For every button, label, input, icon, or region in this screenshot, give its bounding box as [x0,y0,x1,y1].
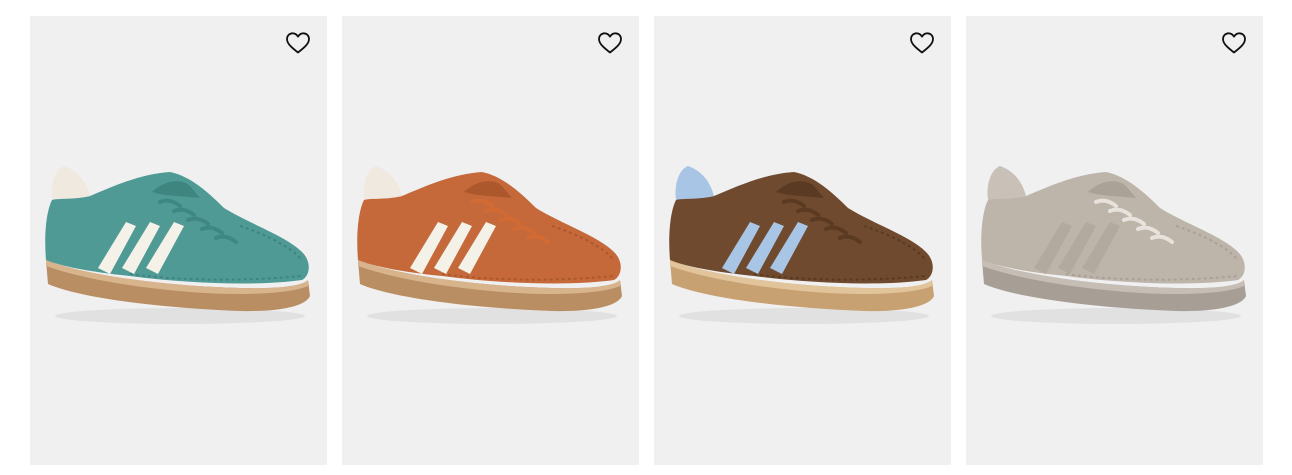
product-card[interactable] [342,16,639,465]
product-image[interactable] [664,156,941,331]
product-image[interactable] [40,156,317,331]
heart-outline-icon [598,32,622,54]
product-card[interactable] [30,16,327,465]
heart-outline-icon [910,32,934,54]
product-card[interactable] [654,16,951,465]
product-card[interactable] [966,16,1263,465]
wishlist-button[interactable] [1217,28,1251,58]
product-grid [0,0,1292,475]
product-image[interactable] [352,156,629,331]
heart-outline-icon [1222,32,1246,54]
product-image[interactable] [976,156,1253,331]
heart-outline-icon [286,32,310,54]
wishlist-button[interactable] [281,28,315,58]
wishlist-button[interactable] [905,28,939,58]
wishlist-button[interactable] [593,28,627,58]
